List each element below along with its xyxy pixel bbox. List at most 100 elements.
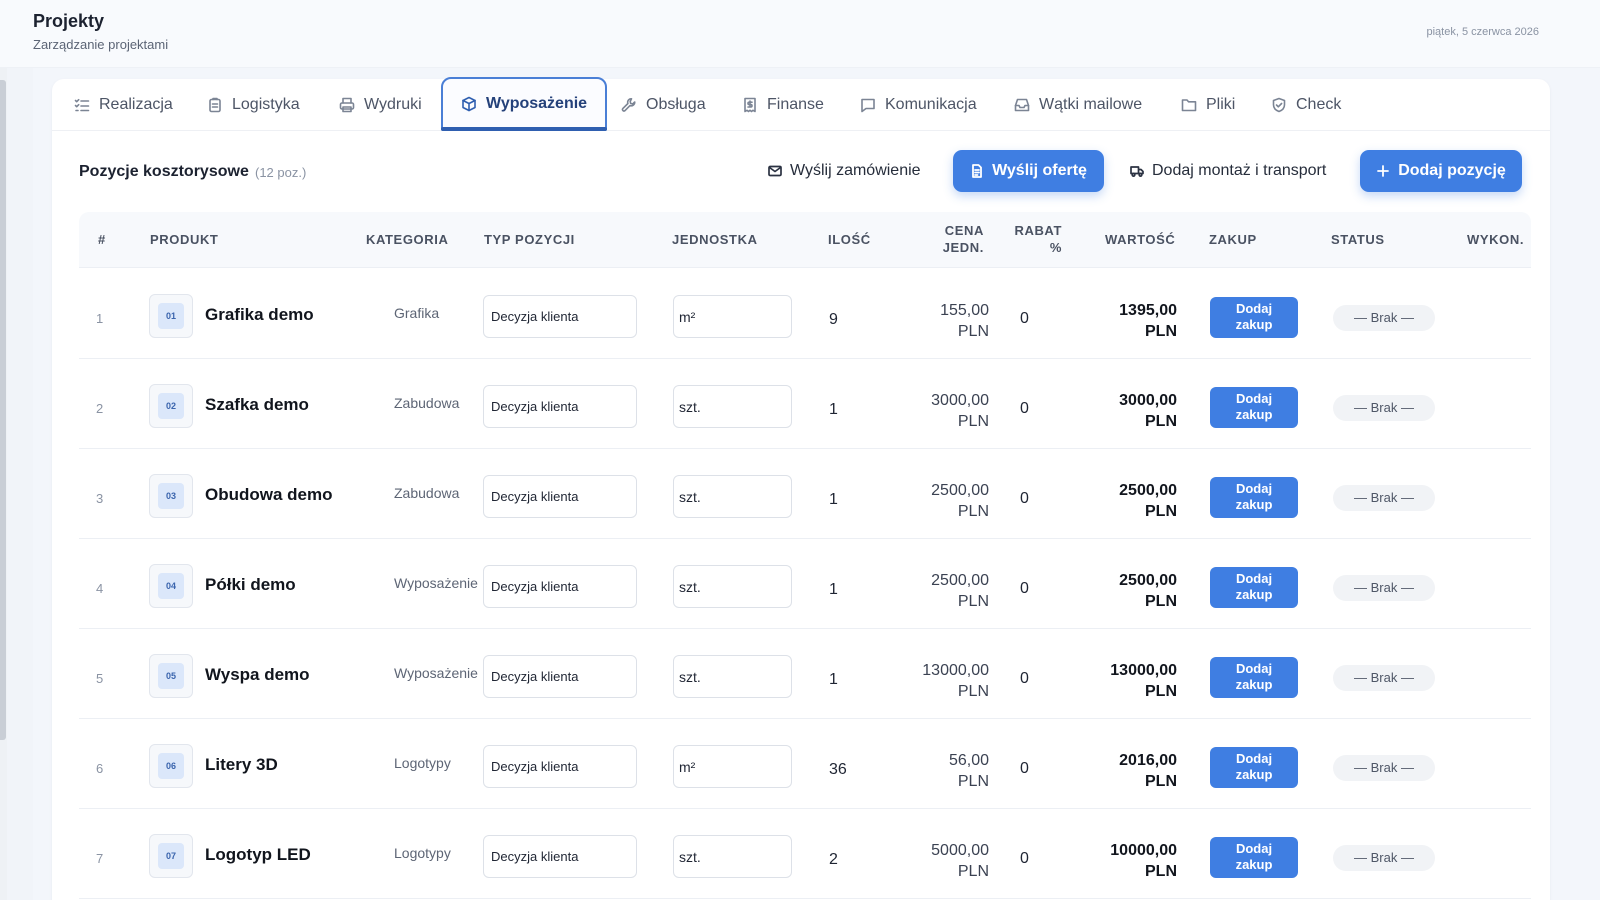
add-purchase-button[interactable]: Dodaj zakup [1210,657,1298,698]
total-value-currency: PLN [1145,773,1177,790]
status-select[interactable]: — Brak — [1333,755,1435,781]
left-scrollbar[interactable] [0,80,6,740]
unit-price: 2500,00 PLN [899,480,989,522]
add-purchase-button[interactable]: Dodaj zakup [1210,387,1298,428]
header-rabat-line1: RABAT [1014,223,1062,238]
total-value-currency: PLN [1145,863,1177,880]
add-purchase-label-2: zakup [1235,587,1273,602]
unit-price-amount: 56,00 [948,752,989,769]
add-item-button[interactable]: Dodaj pozycję [1360,150,1522,192]
add-purchase-label-1: Dodaj [1235,481,1273,496]
category: Wyposażenie [394,665,478,681]
header-rabat-line2: % [1049,240,1062,255]
unit-field[interactable]: m² [673,295,792,338]
item-type-field[interactable]: Decyzja klienta [483,655,637,698]
current-date: piątek, 5 czerwca 2026 [1426,26,1539,38]
category: Zabudowa [394,485,460,501]
product-code: 04 [158,573,184,599]
add-purchase-label-1: Dodaj [1235,661,1273,676]
unit-field[interactable]: szt. [673,385,792,428]
status-select[interactable]: — Brak — [1333,845,1435,871]
header-category[interactable]: KATEGORIA [366,231,448,248]
unit-price: 2500,00 PLN [899,570,989,612]
item-type-field[interactable]: Decyzja klienta [483,295,637,338]
product-name: Logotyp LED [205,845,311,864]
send-order-button[interactable]: Wyślij zamówienie [768,151,921,191]
total-value-amount: 13000,00 [1110,662,1177,679]
table-row[interactable]: 7 07 Logotyp LED Logotypy Decyzja klient… [79,809,1531,899]
add-purchase-button[interactable]: Dodaj zakup [1210,297,1298,338]
item-type-field[interactable]: Decyzja klienta [483,385,637,428]
table-row[interactable]: 5 05 Wyspa demo Wyposażenie Decyzja klie… [79,629,1531,719]
folder-icon [1181,99,1197,112]
status-select[interactable]: — Brak — [1333,305,1435,331]
tab-finanse[interactable]: Finanse [742,79,824,131]
tab-label: Logistyka [232,96,300,113]
tab-bar: Realizacja Logistyka Wydruki Wyposażenie… [52,77,1550,131]
add-purchase-button[interactable]: Dodaj zakup [1210,567,1298,608]
table-row[interactable]: 2 02 Szafka demo Zabudowa Decyzja klient… [79,359,1531,449]
table-row[interactable]: 6 06 Litery 3D Logotypy Decyzja klienta … [79,719,1531,809]
product-code: 05 [158,663,184,689]
product-thumbnail: 01 [149,294,193,338]
status-select[interactable]: — Brak — [1333,395,1435,421]
header-type[interactable]: TYP POZYCJI [484,231,575,248]
tab-label: Wydruki [364,96,422,113]
total-value-amount: 2500,00 [1119,482,1177,499]
table-row[interactable]: 1 01 Grafika demo Grafika Decyzja klient… [79,269,1531,359]
tab-realizacja[interactable]: Realizacja [74,79,173,131]
tab-komunikacja[interactable]: Komunikacja [860,79,977,131]
status-select[interactable]: — Brak — [1333,665,1435,691]
header-num: # [98,232,106,247]
header-executor[interactable]: WYKON. [1467,231,1524,248]
total-value-currency: PLN [1145,503,1177,520]
header-unit-price[interactable]: CENA JEDN. [924,222,984,256]
header-unit[interactable]: JEDNOSTKA [672,231,758,248]
add-purchase-button[interactable]: Dodaj zakup [1210,747,1298,788]
header-product[interactable]: PRODUKT [150,231,218,248]
status-select[interactable]: — Brak — [1333,485,1435,511]
quantity: 1 [829,671,838,688]
header-value[interactable]: WARTOŚĆ [1105,231,1175,248]
discount: 0 [1020,670,1029,687]
send-offer-button[interactable]: Wyślij ofertę [953,150,1104,192]
add-purchase-button[interactable]: Dodaj zakup [1210,477,1298,518]
unit-field[interactable]: szt. [673,655,792,698]
table-row[interactable]: 3 03 Obudowa demo Zabudowa Decyzja klien… [79,449,1531,539]
tab-watki-mailowe[interactable]: Wątki mailowe [1014,79,1142,131]
item-type-field[interactable]: Decyzja klienta [483,565,637,608]
add-purchase-button[interactable]: Dodaj zakup [1210,837,1298,878]
product-name: Grafika demo [205,305,314,324]
status-select[interactable]: — Brak — [1333,575,1435,601]
header-qty[interactable]: ILOŚĆ [828,231,871,248]
add-assembly-button[interactable]: Dodaj montaż i transport [1130,151,1326,191]
unit-field[interactable]: szt. [673,475,792,518]
unit-field[interactable]: szt. [673,835,792,878]
tab-wyposazenie[interactable]: Wyposażenie [441,77,608,131]
tab-obsluga[interactable]: Obsługa [621,79,706,131]
product-code: 07 [158,843,184,869]
item-type-field[interactable]: Decyzja klienta [483,475,637,518]
add-purchase-label-1: Dodaj [1235,391,1273,406]
total-value: 13000,00 PLN [1089,660,1177,702]
document-icon [972,164,982,178]
total-value-currency: PLN [1145,593,1177,610]
table-row[interactable]: 4 04 Półki demo Wyposażenie Decyzja klie… [79,539,1531,629]
tab-pliki[interactable]: Pliki [1181,79,1235,131]
total-value: 1395,00 PLN [1089,300,1177,342]
tab-check[interactable]: Check [1271,79,1341,131]
row-number: 7 [96,851,104,866]
category: Wyposażenie [394,575,478,591]
tab-wydruki[interactable]: Wydruki [339,79,422,131]
tab-label: Komunikacja [885,96,977,113]
item-type-field[interactable]: Decyzja klienta [483,745,637,788]
header-status[interactable]: STATUS [1331,231,1385,248]
tab-logistyka[interactable]: Logistyka [207,79,300,131]
category: Logotypy [394,755,451,771]
page-title: Projekty [33,11,105,31]
row-number: 6 [96,761,104,776]
header-rabat[interactable]: RABAT % [1004,222,1062,256]
unit-field[interactable]: m² [673,745,792,788]
item-type-field[interactable]: Decyzja klienta [483,835,637,878]
unit-field[interactable]: szt. [673,565,792,608]
